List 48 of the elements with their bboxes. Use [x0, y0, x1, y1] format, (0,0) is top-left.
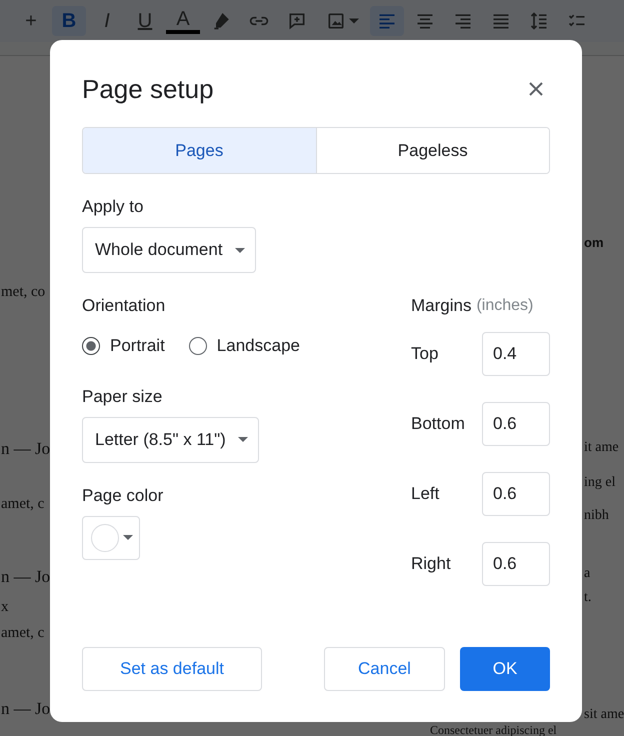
caret-icon [238, 437, 248, 442]
caret-icon [123, 535, 133, 540]
dialog-button[interactable]: Set as default [82, 647, 262, 691]
document-text: ing el [584, 474, 616, 492]
unit-label: (inches) [476, 296, 534, 316]
paper-size-dropdown[interactable]: Letter (8.5" x 11") [82, 416, 259, 462]
dialog-title: Page setup [82, 73, 214, 106]
field-label: Right [411, 553, 451, 576]
line-spacing-icon [529, 11, 549, 31]
align-left-button[interactable] [370, 6, 404, 36]
document-text: om [584, 234, 604, 252]
apply-to-dropdown[interactable]: Whole document [82, 227, 256, 273]
page-color-button[interactable] [82, 516, 140, 560]
field-label: Paper size [82, 386, 162, 406]
margin-input[interactable]: 0.6 [482, 402, 550, 446]
document-text: n — Jo [1, 700, 50, 718]
margin-input[interactable]: 0.6 [482, 542, 550, 586]
image-icon [326, 11, 346, 31]
margin-input[interactable]: 0.6 [482, 472, 550, 516]
field-label: Orientation [82, 296, 166, 316]
field-label: Apply to [82, 197, 144, 217]
document-text: sit ame [584, 706, 624, 724]
field-label: Bottom [411, 413, 465, 436]
tab[interactable]: Pages [83, 128, 316, 173]
radio-option[interactable]: Landscape [188, 333, 300, 358]
document-text: x [1, 598, 8, 616]
document-text: amet, c [1, 624, 44, 642]
tab[interactable]: Pageless [316, 128, 549, 173]
field-label: Left [411, 483, 440, 506]
caret-icon [348, 18, 358, 24]
document-text: nibh [584, 507, 609, 525]
margin-input[interactable]: 0.4 [482, 332, 550, 376]
document-text: t. [584, 589, 592, 607]
comment-icon [287, 11, 307, 31]
margins-label: Margins [411, 296, 472, 316]
document-text: n — Jo [1, 568, 50, 586]
field-label: Top [411, 343, 438, 366]
document-text: met, co [1, 283, 46, 301]
dialog-button[interactable]: Cancel [324, 647, 445, 691]
document-text: a [584, 565, 590, 583]
close-icon [528, 81, 544, 97]
ok-button[interactable]: OK [460, 647, 550, 691]
document-text: amet, c [1, 495, 44, 513]
radio-option[interactable]: Portrait [82, 333, 165, 358]
field-label: Page color [82, 486, 164, 506]
document-text: it ame [584, 439, 619, 457]
caret-icon [234, 248, 245, 252]
document-text: n — Jo [1, 440, 50, 458]
